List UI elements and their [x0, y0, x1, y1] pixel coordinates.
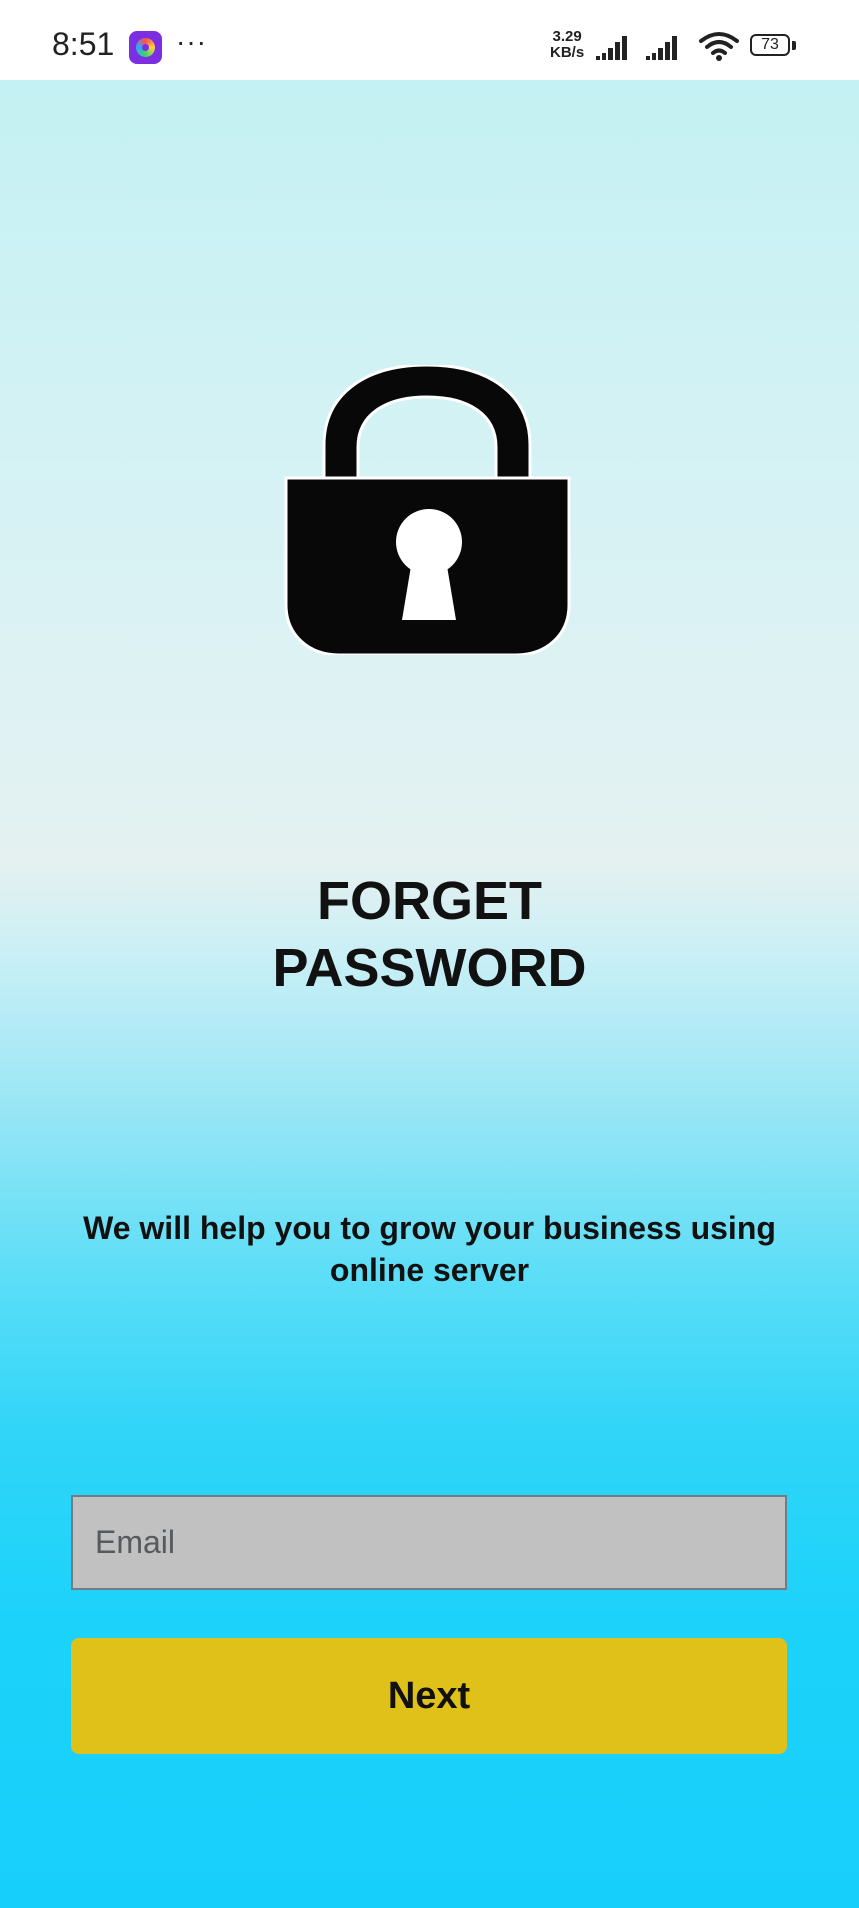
network-speed-unit: KB/s — [550, 44, 585, 61]
page-subtitle: We will help you to grow your business u… — [83, 1210, 776, 1288]
status-time: 8:51 — [52, 26, 115, 62]
battery-level: 73 — [750, 34, 790, 56]
network-speed: 3.29 KB/s — [550, 29, 584, 61]
cellular-signal-icon — [596, 36, 627, 60]
wifi-icon — [699, 32, 739, 61]
cellular-signal-icon-2 — [646, 36, 677, 60]
email-field[interactable] — [71, 1495, 787, 1590]
page-title-line-2: PASSWORD — [272, 938, 587, 998]
page-title-line-1: FORGET — [317, 871, 542, 931]
status-bar: 8:51 ··· 3.29 KB/s 73 — [0, 0, 859, 80]
page-title: FORGET PASSWORD — [0, 868, 859, 1002]
next-button[interactable]: Next — [71, 1638, 787, 1754]
network-speed-value: 3.29 — [552, 28, 582, 45]
app-notification-icon — [129, 31, 162, 64]
more-notifications-icon: ··· — [176, 26, 207, 57]
battery-icon: 73 — [750, 34, 797, 58]
padlock-icon — [284, 365, 571, 655]
